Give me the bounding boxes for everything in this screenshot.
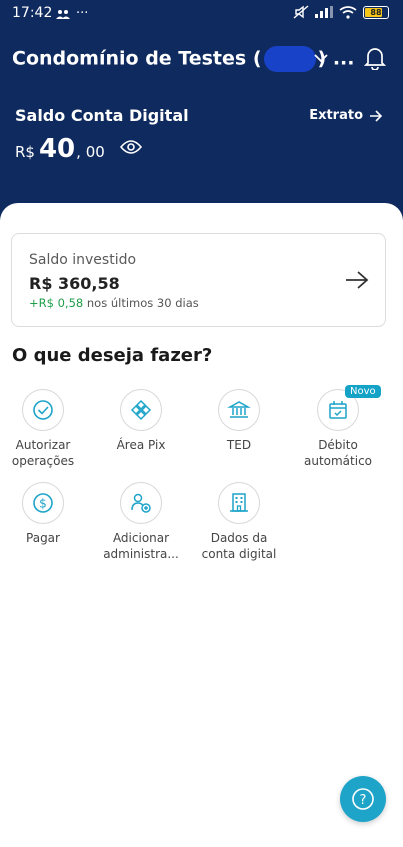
investment-label: Saldo investido — [29, 252, 137, 268]
help-button[interactable]: ? — [340, 776, 386, 822]
pix-icon — [130, 399, 152, 421]
battery-icon: 88 — [363, 5, 389, 19]
arrow-right-icon — [370, 109, 383, 122]
people-icon — [56, 9, 70, 19]
action-pagar[interactable]: $ Pagar — [1, 482, 85, 546]
svg-text:$: $ — [39, 497, 47, 511]
saldo-label: Saldo Conta Digital — [15, 106, 189, 125]
action-adicionar-administrador[interactable]: Adicionar administra... — [99, 482, 183, 562]
saldo-value: R$ 40 , 00 — [15, 134, 105, 164]
action-debito-automatico[interactable]: Novo Débito automático — [296, 385, 381, 469]
condominium-title[interactable]: Condomínio de Testes () ... — [12, 46, 354, 72]
arrow-right-icon — [346, 271, 369, 289]
building-icon — [230, 493, 248, 512]
status-bar: 17:42 ··· 88 — [0, 0, 403, 28]
extrato-link[interactable]: Extrato — [309, 108, 383, 123]
status-time: 17:42 — [12, 5, 53, 21]
investment-value: R$ 360,58 — [29, 274, 120, 293]
action-autorizar-operacoes[interactable]: Autorizar operações — [1, 389, 85, 469]
wifi-icon — [339, 5, 357, 19]
redaction-mark — [263, 46, 316, 72]
investment-card[interactable]: Saldo investido R$ 360,58 +R$ 0,58 nos ú… — [11, 233, 386, 327]
svg-text:?: ? — [360, 793, 367, 808]
investment-gain: +R$ 0,58 nos últimos 30 dias — [29, 296, 199, 310]
novo-badge: Novo — [345, 385, 381, 398]
chevron-down-icon[interactable] — [313, 52, 329, 64]
dollar-circle-icon: $ — [33, 493, 53, 513]
calendar-check-icon — [329, 401, 347, 419]
section-title: O que deseja fazer? — [12, 345, 213, 366]
eye-icon[interactable] — [120, 139, 142, 155]
add-user-icon — [131, 493, 151, 513]
status-dots: ··· — [76, 6, 89, 21]
header: 17:42 ··· 88 Condomínio de Testes () ...… — [0, 0, 403, 220]
action-dados-conta-digital[interactable]: Dados da conta digital — [197, 482, 281, 562]
bank-icon — [227, 401, 251, 418]
signal-icon — [315, 6, 333, 18]
action-ted[interactable]: TED — [197, 389, 281, 453]
action-area-pix[interactable]: Área Pix — [99, 389, 183, 453]
check-circle-icon — [33, 400, 53, 420]
question-icon: ? — [352, 788, 374, 810]
bell-icon[interactable] — [364, 46, 386, 70]
mute-icon — [293, 5, 309, 19]
